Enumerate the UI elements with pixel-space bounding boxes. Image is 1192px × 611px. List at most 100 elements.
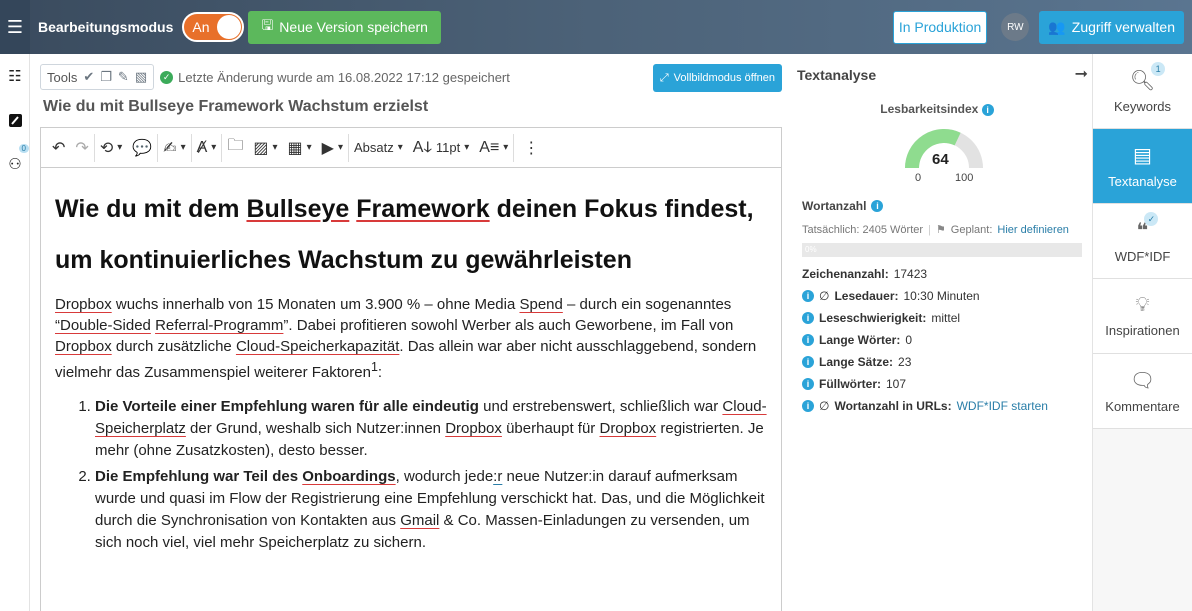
chars-label: Zeichenanzahl:: [802, 267, 889, 281]
undo-icon[interactable]: ↶: [47, 128, 70, 168]
history-icon[interactable]: ⟲ ▾: [95, 128, 127, 168]
readability-label: Lesbarkeitsindex: [880, 102, 979, 116]
empty-set-icon: ∅: [819, 399, 830, 413]
filler-label[interactable]: Füllwörter:: [819, 377, 881, 391]
edit-icon[interactable]: [0, 98, 30, 142]
sidebar-item-label: Inspirationen: [1105, 323, 1180, 338]
redo-icon[interactable]: ↷: [70, 133, 95, 162]
fullscreen-label: Vollbildmodus öffnen: [673, 72, 775, 84]
info-icon[interactable]: i: [981, 103, 994, 116]
font-size-dropdown[interactable]: Aↆ 11pt ▾: [408, 128, 475, 168]
long-words-value: 0: [905, 333, 913, 347]
paragraph-label: Absatz: [353, 140, 394, 155]
long-sentences-value: 23: [898, 355, 912, 369]
image-icon[interactable]: ▨ ▾: [248, 128, 282, 168]
save-status: ✓ Letzte Änderung wurde am 16.08.2022 17…: [160, 70, 510, 85]
wordcount-progress: 0%: [802, 243, 1082, 257]
info-icon[interactable]: i: [802, 378, 814, 390]
sidebar-item-label: Textanalyse: [1108, 174, 1177, 189]
quote-icon: ❝ ✓: [1137, 212, 1159, 243]
define-planned-link[interactable]: Hier definieren: [997, 224, 1069, 236]
long-words-label[interactable]: Lange Wörter:: [819, 333, 900, 347]
left-sidebar: ☷ ⚇ 0: [0, 54, 30, 611]
long-words-row: i Lange Wörter: 0: [802, 333, 1082, 347]
list-icon[interactable]: ☷: [0, 54, 30, 98]
difficulty-label: Leseschwierigkeit:: [819, 311, 927, 325]
sidebar-item-kommentare[interactable]: 🗨︎ Kommentare: [1093, 354, 1192, 429]
document-icon: ▤: [1133, 145, 1152, 167]
keywords-icon: 🔍︎ 1: [1130, 62, 1166, 93]
font-size-label: 11pt: [435, 140, 461, 155]
content-heading: Wie du mit dem Bullseye Framework deinen…: [55, 195, 754, 274]
lightbulb-icon: 💡︎: [1135, 294, 1150, 316]
expand-icon: ⤢: [659, 71, 669, 84]
save-icon: 🖫: [261, 17, 274, 33]
editor-toolbar: ↶ ↷ ⟲ ▾ 💬 ✍ ▾ Ⱥ ▾ 🗀 ▨ ▾ ▦ ▾ ▶ ▾ Absatz ▾ Aↆ 11p…: [41, 128, 781, 168]
actual-words: Tatsächlich: 2405 Wörter: [802, 223, 924, 236]
editor-content[interactable]: Wie du mit dem Bullseye Framework deinen…: [41, 168, 781, 554]
info-icon[interactable]: i: [871, 200, 884, 212]
doc-edit-tool-icon[interactable]: ✎: [118, 69, 129, 85]
folder-add-icon[interactable]: 🗀: [222, 128, 248, 168]
manage-access-label: Zugriff verwalten: [1071, 19, 1175, 35]
wordcount-heading: Wortanzahl i: [802, 199, 1082, 213]
info-icon[interactable]: i: [802, 334, 814, 346]
comments-icon: 🗨︎: [1129, 370, 1156, 392]
sidebar-item-inspirationen[interactable]: 💡︎ Inspirationen: [1093, 279, 1192, 354]
info-icon[interactable]: i: [802, 290, 814, 302]
content-list: Die Vorteile einer Empfehlung waren für …: [95, 396, 767, 554]
hamburger-icon[interactable]: ☰: [0, 0, 30, 54]
info-icon[interactable]: i: [802, 312, 814, 324]
wdf-idf-start-link[interactable]: WDF*IDF starten: [957, 399, 1048, 413]
copy-tool-icon[interactable]: ❐: [100, 69, 112, 85]
top-bar: ☰ Bearbeitungsmodus An 🖫 Neue Version sp…: [0, 0, 1192, 54]
fullscreen-button[interactable]: ⤢ Vollbildmodus öffnen: [652, 64, 782, 92]
edit-doc-icon[interactable]: ✍ ▾: [158, 133, 192, 162]
sidebar-item-wdf-idf[interactable]: ❝ ✓ WDF*IDF: [1093, 204, 1192, 279]
sidebar-item-label: Keywords: [1113, 99, 1172, 114]
format-icon[interactable]: Ⱥ ▾: [192, 133, 223, 162]
difficulty-row: i Leseschwierigkeit: mittel: [802, 311, 1082, 325]
wordcount-label: Wortanzahl: [802, 199, 867, 213]
editor-box: ↶ ↷ ⟲ ▾ 💬 ✍ ▾ Ⱥ ▾ 🗀 ▨ ▾ ▦ ▾ ▶ ▾ Absatz ▾ Aↆ 11p…: [40, 127, 782, 611]
stats-block: Wortanzahl i Tatsächlich: 2405 Wörter | …: [802, 199, 1082, 413]
info-icon[interactable]: i: [802, 400, 814, 412]
sidebar-item-keywords[interactable]: 🔍︎ 1 Keywords: [1093, 54, 1192, 129]
wordcount-sub: Tatsächlich: 2405 Wörter | ⚑ Geplant: Hi…: [802, 223, 1069, 237]
edit-mode-toggle[interactable]: An: [182, 12, 245, 42]
users-icon[interactable]: ⚇ 0: [0, 142, 30, 186]
readability-value: 64: [932, 151, 949, 168]
more-options-icon[interactable]: ⋮: [518, 128, 544, 168]
chars-row: Zeichenanzahl: 17423: [802, 267, 1082, 281]
long-sentences-label[interactable]: Lange Sätze:: [819, 355, 893, 369]
save-version-button[interactable]: 🖫 Neue Version speichern: [248, 10, 441, 44]
info-icon[interactable]: i: [802, 356, 814, 368]
check-tool-icon[interactable]: ✔: [83, 69, 94, 85]
image-tool-icon[interactable]: ▧: [135, 69, 147, 85]
production-button[interactable]: In Produktion: [892, 10, 988, 44]
gauge-max: 100: [955, 172, 974, 184]
read-time-label: Lesedauer:: [834, 289, 899, 303]
list-item: Die Empfehlung war Teil des Onboardings,…: [95, 466, 767, 554]
sidebar-item-textanalyse[interactable]: ▤ Textanalyse: [1093, 129, 1192, 204]
media-icon[interactable]: ▶ ▾: [317, 133, 349, 162]
text-analysis-panel: Textanalyse ➞ Lesbarkeitsindex i 64 0 10…: [782, 54, 1092, 611]
avatar[interactable]: RW: [1001, 13, 1030, 41]
right-sidebar: 🔍︎ 1 Keywords ▤ Textanalyse ❝ ✓ WDF*IDF 💡︎…: [1092, 54, 1192, 611]
table-icon[interactable]: ▦ ▾: [282, 128, 316, 168]
url-words-row: i ∅ Wortanzahl in URLs: WDF*IDF starten: [802, 399, 1082, 413]
editor-area: Tools ✔ ❐ ✎ ▧ ✓ Letzte Änderung wurde am…: [40, 54, 782, 611]
tools-label: Tools: [47, 69, 78, 85]
comment-icon[interactable]: 💬: [127, 133, 159, 162]
long-sentences-row: i Lange Sätze: 23: [802, 355, 1082, 369]
text-style-icon[interactable]: A≡ ▾: [474, 133, 515, 162]
tools-box: Tools ✔ ❐ ✎ ▧: [40, 64, 155, 90]
analysis-title: Textanalyse: [797, 67, 877, 83]
filler-value: 107: [886, 377, 907, 391]
users-icon: 👥: [1048, 18, 1066, 35]
arrow-right-icon[interactable]: ➞: [1075, 64, 1088, 84]
sidebar-item-label: WDF*IDF: [1114, 249, 1171, 264]
sidebar-item-label: Kommentare: [1105, 399, 1180, 414]
paragraph-dropdown[interactable]: Absatz ▾: [349, 128, 408, 168]
manage-access-button[interactable]: 👥 Zugriff verwalten: [1039, 10, 1184, 44]
